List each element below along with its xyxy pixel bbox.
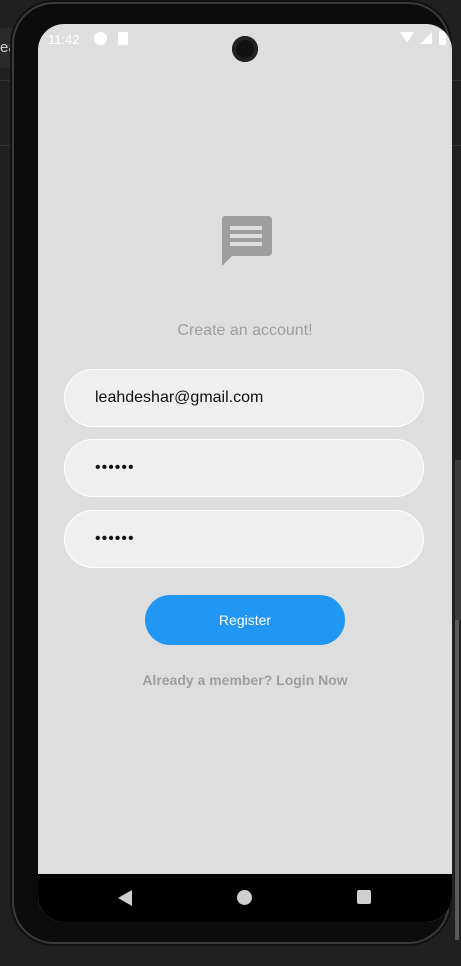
home-circle-icon[interactable] bbox=[237, 890, 252, 905]
front-camera bbox=[232, 36, 258, 62]
password-field[interactable] bbox=[64, 439, 424, 497]
notification-icon bbox=[94, 32, 107, 45]
login-link[interactable]: Already a member? Login Now bbox=[38, 672, 452, 688]
background-scrollbar bbox=[455, 460, 461, 620]
phone-frame: 11:42 Create an account! Register Alread… bbox=[14, 4, 452, 942]
register-button[interactable]: Register bbox=[145, 595, 345, 645]
background-scrollbar bbox=[455, 620, 459, 940]
email-field[interactable] bbox=[64, 369, 424, 427]
battery-icon bbox=[439, 31, 446, 45]
message-icon bbox=[221, 216, 272, 266]
sim-card-icon bbox=[118, 32, 128, 45]
status-time: 11:42 bbox=[48, 32, 80, 47]
signal-icon bbox=[420, 32, 432, 44]
wifi-icon bbox=[400, 32, 414, 43]
back-triangle-icon[interactable] bbox=[118, 890, 132, 906]
page-title: Create an account! bbox=[177, 322, 313, 339]
navigation-bar bbox=[38, 874, 452, 922]
app-screen: 11:42 Create an account! Register Alread… bbox=[38, 24, 452, 922]
recents-square-icon[interactable] bbox=[357, 890, 371, 904]
confirm-password-field[interactable] bbox=[64, 510, 424, 568]
